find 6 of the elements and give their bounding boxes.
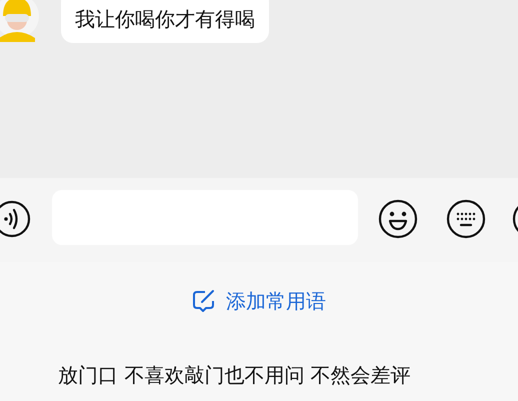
keyboard-icon[interactable] bbox=[446, 199, 486, 239]
phrase-item[interactable]: 放门口 不喜欢敲门也不用问 不然会差评 bbox=[58, 360, 411, 390]
voice-icon[interactable] bbox=[0, 200, 31, 238]
message-bubble: 我让你喝你才有得喝 bbox=[61, 0, 269, 43]
emoji-icon[interactable] bbox=[378, 199, 418, 239]
add-phrase-link[interactable]: 添加常用语 bbox=[192, 286, 326, 316]
